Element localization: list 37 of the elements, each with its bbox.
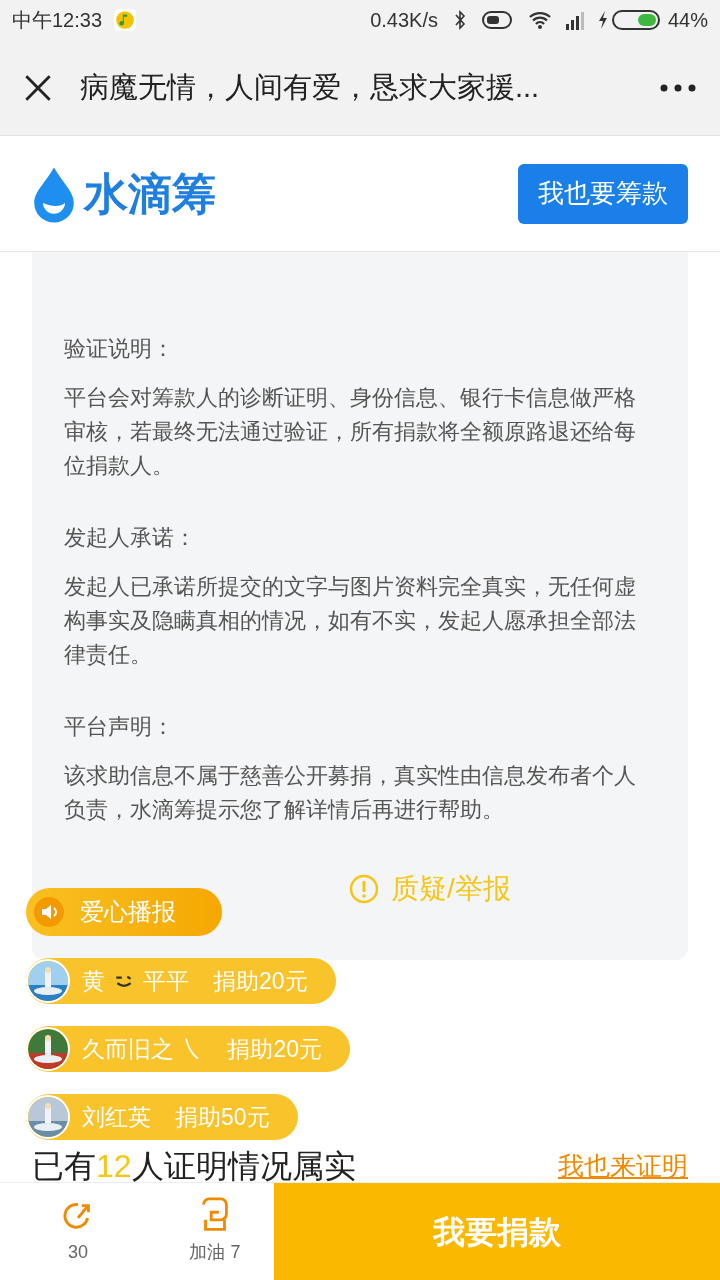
proof-link[interactable]: 我也来证明: [558, 1146, 688, 1186]
wifi-icon: [527, 11, 552, 29]
page-title: 病魔无情，人间有爱，恳求大家援...: [80, 69, 540, 105]
music-app-icon: [114, 9, 137, 31]
donor-name: 刘红英: [82, 1102, 151, 1132]
more-icon[interactable]: [660, 83, 696, 92]
broadcast-label: 爱心播报: [80, 897, 176, 927]
toggle-icon: [481, 11, 512, 29]
battery-icon: [611, 10, 660, 30]
donation-amount: 捐助20元: [213, 966, 308, 996]
cheer-count: 加油 7: [189, 1241, 241, 1264]
section-text: 该求助信息不属于慈善公开募捐，真实性由信息发布者个人负责，水滴筹提示您了解详情后再进行帮助。: [64, 762, 637, 824]
report-link[interactable]: 质疑/举报: [391, 868, 511, 910]
exclamation-icon: [349, 874, 380, 904]
bluetooth-icon: [453, 10, 466, 30]
network-speed: 0.43K/s: [370, 8, 438, 33]
close-icon[interactable]: [24, 73, 52, 102]
section-text: 发起人已承诺所提交的文字与图片资料完全真实，无任何虚构事实及隐瞒真相的情况，如有不实，发起人愿承担全部法律责任。: [64, 573, 637, 669]
donor-name: 久而旧之 ㇏: [82, 1034, 204, 1064]
section-heading: 发起人承诺：: [64, 524, 197, 552]
section-heading: 验证说明：: [64, 335, 175, 363]
logo-text: 水滴筹: [84, 167, 216, 220]
donor-name: 黄: [82, 966, 105, 996]
donate-button[interactable]: 我要捐款: [274, 1183, 720, 1280]
section-heading: 平台声明：: [64, 713, 175, 741]
battery-percent: 44%: [667, 8, 708, 33]
section-text: 平台会对筹款人的诊断证明、身份信息、银行卡信息做严格审核，若最终无法通过验证，所有捐款将全额原路退还给每位捐款人。: [64, 384, 637, 480]
start-fundraising-button[interactable]: 我也要筹款: [518, 163, 688, 224]
proof-text: 已有12人证明情况属实: [32, 1147, 356, 1186]
charging-icon: [597, 10, 608, 30]
donation-amount: 捐助50元: [175, 1102, 270, 1132]
signal-icon: [563, 10, 586, 30]
donation-amount: 捐助20元: [227, 1034, 322, 1064]
share-count: 30: [68, 1241, 88, 1264]
status-time: 中午12:33: [12, 8, 103, 33]
donor-name: 平平: [143, 966, 189, 996]
speaker-icon: [34, 897, 64, 927]
